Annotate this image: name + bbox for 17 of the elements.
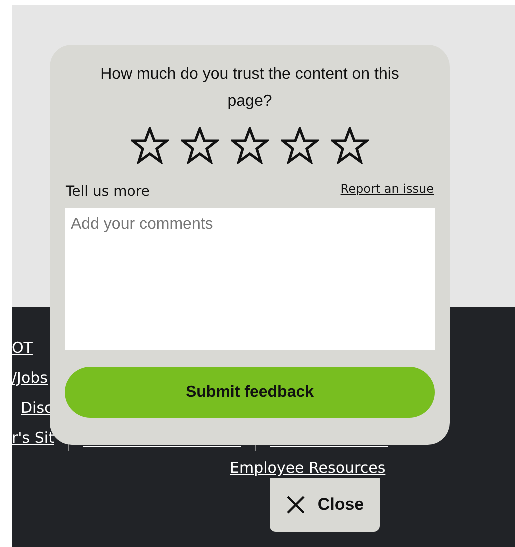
footer-link[interactable]: Employee Resources (230, 459, 386, 477)
close-icon (286, 495, 306, 515)
footer-link[interactable]: OT (12, 339, 33, 357)
star-icon[interactable] (281, 127, 319, 164)
submit-button[interactable]: Submit feedback (65, 367, 435, 418)
footer-link[interactable]: Disc (21, 399, 53, 417)
star-icon[interactable] (181, 127, 219, 164)
report-link[interactable]: Report an issue (340, 182, 434, 196)
footer-link[interactable]: r's Sit (12, 429, 54, 447)
comment-field[interactable]: Add your comments (65, 208, 435, 350)
question-text: How much do you trust the content on this page? (100, 65, 400, 112)
comment-label: Tell us more (66, 184, 150, 200)
close-button[interactable]: Close (270, 478, 380, 532)
star-icon[interactable] (331, 127, 369, 164)
star-icon[interactable] (231, 127, 269, 164)
footer-link[interactable]: /Jobs (12, 369, 48, 387)
star-icon[interactable] (131, 127, 169, 164)
